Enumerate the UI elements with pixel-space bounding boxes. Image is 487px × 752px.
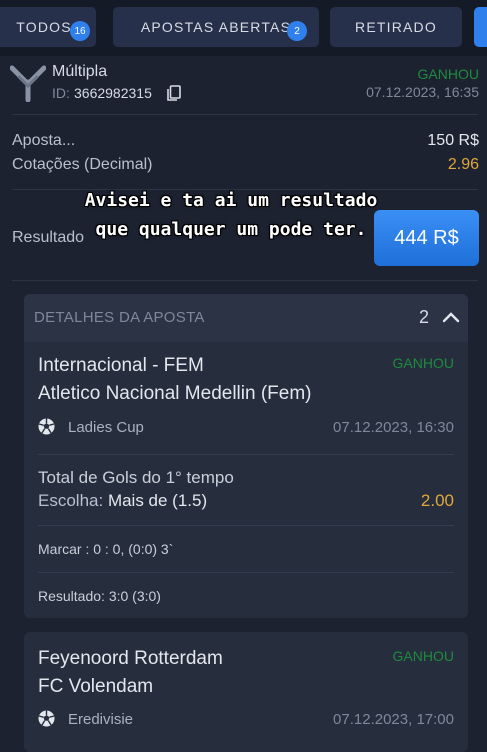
stake-label: Aposta... xyxy=(12,132,76,149)
chevron-up-icon[interactable] xyxy=(442,310,460,324)
event-datetime: 07.12.2023, 17:00 xyxy=(333,711,454,728)
tab-count-badge: 2 xyxy=(287,21,307,41)
copy-icon[interactable] xyxy=(167,85,181,101)
bet-status: GANHOU xyxy=(417,66,479,82)
event-team-away: FC Volendam xyxy=(38,676,154,697)
bet-history-tabs: TODOS 16 APOSTAS ABERTAS 2 RETIRADO xyxy=(0,0,487,56)
odds-value: 2.96 xyxy=(447,156,479,173)
bet-details-title: DETALHES DA APOSTA xyxy=(34,309,205,326)
event-card: Feyenoord Rotterdam FC Volendam GANHOU E… xyxy=(24,632,468,752)
score-line: Marcar : 0 : 0, (0:0) 3` xyxy=(38,541,174,557)
odds-label: Cotações (Decimal) xyxy=(12,156,153,173)
selection-line: Escolha: Mais de (1.5) xyxy=(38,491,207,511)
soccer-ball-icon xyxy=(38,710,55,727)
final-result: Resultado: 3:0 (3:0) xyxy=(38,588,161,604)
bet-details-card: DETALHES DA APOSTA 2 Internacional - FEM… xyxy=(24,294,468,618)
divider xyxy=(38,454,454,455)
event-status: GANHOU xyxy=(392,648,454,664)
tab-todos[interactable]: TODOS 16 xyxy=(0,7,96,47)
meme-caption: Avisei e ta ai um resultado que qualquer… xyxy=(84,190,378,240)
tab-cashed-out[interactable]: RETIRADO xyxy=(330,7,462,47)
event-team-away: Atletico Nacional Medellin (Fem) xyxy=(38,383,312,404)
bet-type: Múltipla xyxy=(52,63,108,80)
league-name: Eredivisie xyxy=(68,711,134,728)
tab-label: APOSTAS ABERTAS xyxy=(140,19,292,35)
tab-more[interactable] xyxy=(474,7,487,47)
divider xyxy=(38,572,454,573)
event-team-home: Internacional - FEM xyxy=(38,355,204,376)
divider xyxy=(12,114,478,115)
event-team-home: Feyenoord Rotterdam xyxy=(38,648,223,669)
divider xyxy=(38,525,454,526)
bet-type-logo-icon xyxy=(10,65,46,102)
league-name: Ladies Cup xyxy=(68,419,144,436)
selection-count: 2 xyxy=(419,307,430,327)
bet-datetime: 07.12.2023, 16:35 xyxy=(366,84,479,100)
tab-open-bets[interactable]: APOSTAS ABERTAS 2 xyxy=(113,7,319,47)
bet-id: 3662982315 xyxy=(74,85,152,101)
tab-label: TODOS xyxy=(16,19,72,35)
bet-id-label: ID: xyxy=(52,85,70,101)
divider xyxy=(12,280,478,281)
bet-header: Múltipla ID: 3662982315 GANHOU 07.12.202… xyxy=(0,60,487,110)
selection-label: Escolha: xyxy=(38,491,104,510)
tab-label: RETIRADO xyxy=(355,19,437,35)
market-name: Total de Gols do 1° tempo xyxy=(38,468,234,487)
tab-count-badge: 16 xyxy=(70,21,90,41)
selection-value: Mais de (1.5) xyxy=(107,491,208,510)
result-label: Resultado xyxy=(12,229,85,246)
selection-odds: 2.00 xyxy=(420,491,454,510)
bet-details-header[interactable]: DETALHES DA APOSTA 2 xyxy=(24,294,468,342)
soccer-ball-icon xyxy=(38,418,55,435)
result-amount-button[interactable]: 444 R$ xyxy=(374,210,479,266)
event-status: GANHOU xyxy=(392,355,454,371)
stake-value: 150 R$ xyxy=(427,132,479,149)
event-datetime: 07.12.2023, 16:30 xyxy=(333,419,454,436)
